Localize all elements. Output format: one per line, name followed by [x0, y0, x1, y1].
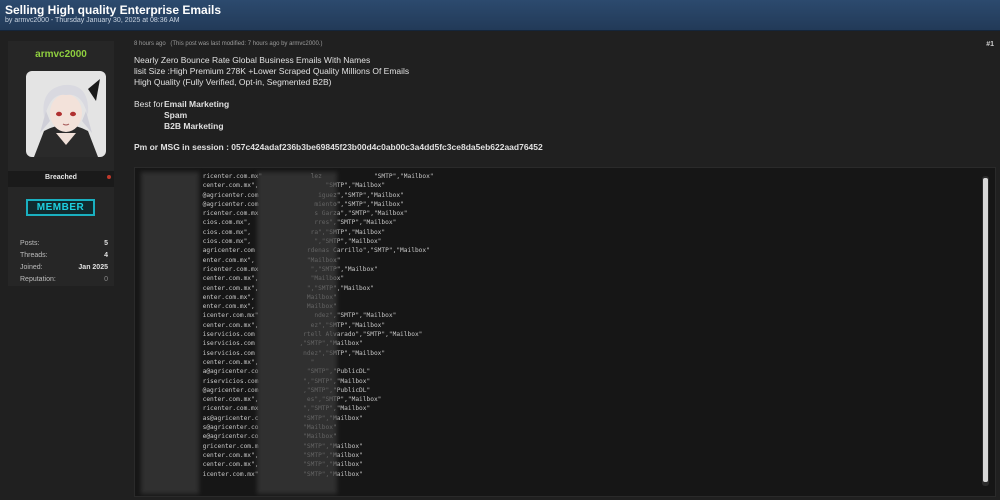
- stat-label: Joined:: [20, 264, 43, 271]
- stat-label: Reputation:: [20, 276, 56, 283]
- stat-threads: Threads: 4: [20, 252, 108, 262]
- post-number-link[interactable]: #1: [986, 41, 994, 48]
- rank-bar: Breached: [8, 171, 114, 187]
- code-scrollbar-thumb[interactable]: [983, 178, 988, 482]
- stat-label: Posts:: [20, 240, 40, 247]
- post-container: armvc2000 Breached MEMBER Posts: 5 Threa…: [0, 31, 1000, 500]
- redaction-blur: [257, 172, 337, 494]
- author-rank: Breached: [45, 174, 77, 181]
- code-block[interactable]: ricenter.com.mx" lez "SMTP","Mailbox" ce…: [134, 167, 996, 497]
- thread-header: Selling High quality Enterprise Emails b…: [0, 0, 1000, 31]
- best-for-item: Email Marketing: [164, 99, 230, 109]
- post-time[interactable]: 8 hours ago: [134, 41, 166, 47]
- author-sidebar: armvc2000 Breached MEMBER Posts: 5 Threa…: [8, 41, 114, 286]
- thread-byline: by armvc2000 - Thursday January 30, 2025…: [5, 17, 180, 24]
- post-line: Nearly Zero Bounce Rate Global Business …: [134, 55, 371, 65]
- post-meta: 8 hours ago (This post was last modified…: [134, 41, 322, 47]
- stat-value[interactable]: 5: [104, 240, 108, 247]
- avatar-image-icon: [26, 71, 106, 157]
- post-line: lisit Size :High Premium 278K +Lower Scr…: [134, 66, 410, 76]
- stat-value[interactable]: 4: [104, 252, 108, 259]
- stat-posts: Posts: 5: [20, 240, 108, 250]
- stat-value: Jan 2025: [78, 264, 108, 271]
- member-group-badge: MEMBER: [26, 199, 95, 216]
- contact-line: Pm or MSG in session : 057c424adaf236b3b…: [134, 142, 543, 152]
- stat-reputation: Reputation: 0: [20, 276, 108, 286]
- best-for-label: Best for: [134, 99, 164, 109]
- best-for-item: Spam: [164, 110, 188, 120]
- offline-status-icon: [107, 175, 111, 179]
- stat-value[interactable]: 0: [104, 276, 108, 283]
- best-for-item: B2B Marketing: [164, 121, 224, 131]
- author-username[interactable]: armvc2000: [8, 49, 114, 60]
- avatar[interactable]: [26, 71, 106, 157]
- code-scrollbar[interactable]: [982, 176, 989, 486]
- thread-title[interactable]: Selling High quality Enterprise Emails: [5, 3, 221, 17]
- post-modified-note: (This post was last modified: 7 hours ag…: [170, 41, 323, 47]
- redaction-blur: [141, 172, 199, 494]
- stat-label: Threads:: [20, 252, 48, 259]
- post-line: High Quality (Fully Verified, Opt-in, Se…: [134, 77, 332, 87]
- stat-joined: Joined: Jan 2025: [20, 264, 108, 274]
